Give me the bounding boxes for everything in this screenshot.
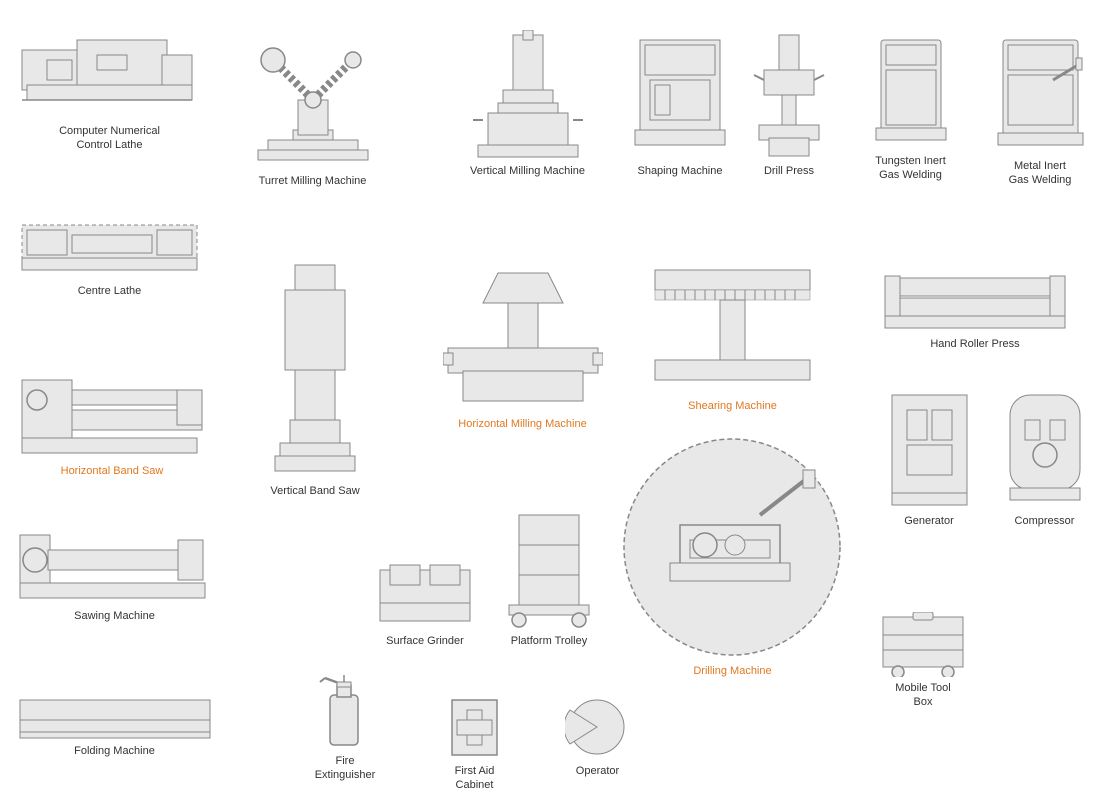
item-turret-milling: Turret Milling Machine — [235, 30, 390, 188]
shaping-machine-label: Shaping Machine — [637, 164, 722, 178]
centre-lathe-label: Centre Lathe — [78, 284, 142, 298]
first-aid-label: First Aid Cabinet — [455, 764, 495, 793]
item-tig-welding: Tungsten Inert Gas Welding — [858, 30, 963, 183]
drill-press-label: Drill Press — [764, 164, 814, 178]
item-cnc-lathe: Computer Numerical Control Lathe — [12, 30, 207, 153]
item-operator: Operator — [555, 695, 640, 778]
h-milling-label: Horizontal Milling Machine — [458, 417, 586, 431]
mig-welding-label: Metal Inert Gas Welding — [1009, 159, 1072, 188]
mobile-toolbox-label: Mobile Tool Box — [895, 681, 950, 710]
fire-ext-label: Fire Extinguisher — [315, 754, 376, 783]
turret-milling-label: Turret Milling Machine — [259, 174, 367, 188]
platform-trolley-label: Platform Trolley — [511, 634, 587, 648]
item-platform-trolley: Platform Trolley — [490, 510, 608, 648]
item-surface-grinder: Surface Grinder — [370, 555, 480, 648]
item-vertical-milling: Vertical Milling Machine — [455, 30, 600, 178]
tig-welding-label: Tungsten Inert Gas Welding — [875, 154, 946, 183]
item-drill-press: Drill Press — [744, 30, 834, 178]
item-h-band-saw: Horizontal Band Saw — [12, 360, 212, 478]
item-sawing-machine: Sawing Machine — [12, 525, 217, 623]
item-folding-machine: Folding Machine — [12, 695, 217, 758]
item-mobile-toolbox: Mobile Tool Box — [873, 612, 973, 710]
item-mig-welding: Metal Inert Gas Welding — [985, 30, 1095, 188]
item-drilling-machine: Drilling Machine — [615, 435, 850, 678]
item-h-milling: Horizontal Milling Machine — [435, 268, 610, 431]
folding-machine-label: Folding Machine — [74, 744, 155, 758]
sawing-machine-label: Sawing Machine — [74, 609, 155, 623]
cnc-lathe-label: Computer Numerical Control Lathe — [59, 124, 160, 153]
item-v-band-saw: Vertical Band Saw — [255, 260, 375, 498]
diagram-container: Computer Numerical Control Lathe Turret … — [0, 0, 1118, 791]
shearing-machine-label: Shearing Machine — [688, 399, 777, 413]
item-fire-extinguisher: Fire Extinguisher — [285, 670, 405, 783]
vertical-milling-label: Vertical Milling Machine — [470, 164, 585, 178]
item-hand-roller: Hand Roller Press — [875, 268, 1075, 351]
item-compressor: Compressor — [992, 390, 1097, 528]
item-centre-lathe: Centre Lathe — [12, 215, 207, 298]
drilling-machine-label: Drilling Machine — [693, 664, 771, 678]
item-first-aid: First Aid Cabinet — [437, 695, 512, 793]
item-shaping-machine: Shaping Machine — [615, 30, 745, 178]
v-band-saw-label: Vertical Band Saw — [270, 484, 359, 498]
generator-label: Generator — [904, 514, 954, 528]
item-generator: Generator — [875, 390, 983, 528]
hand-roller-label: Hand Roller Press — [930, 337, 1019, 351]
operator-label: Operator — [576, 764, 619, 778]
surface-grinder-label: Surface Grinder — [386, 634, 464, 648]
h-band-saw-label: Horizontal Band Saw — [61, 464, 164, 478]
compressor-label: Compressor — [1015, 514, 1075, 528]
item-shearing-machine: Shearing Machine — [645, 265, 820, 413]
